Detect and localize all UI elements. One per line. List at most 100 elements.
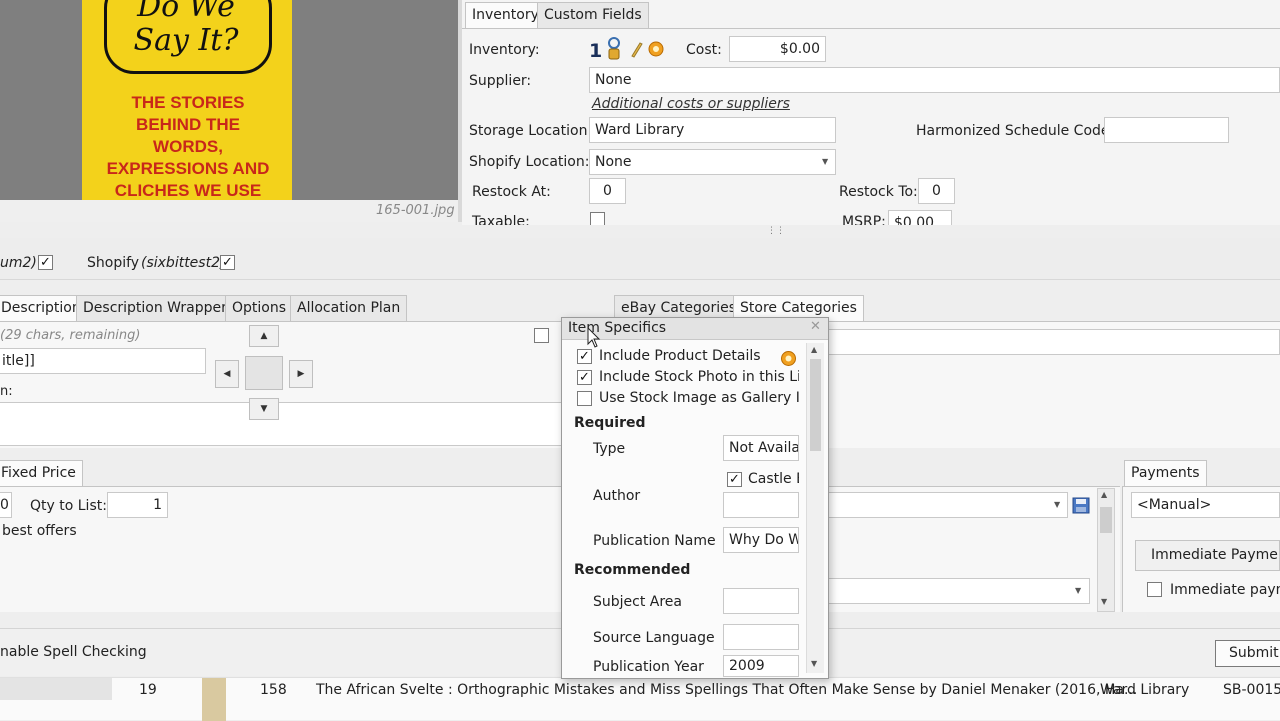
shopify-location-select[interactable]: None <box>589 149 836 175</box>
tab-description[interactable]: Description <box>0 295 88 322</box>
use-stock-image-label: Use Stock Image as Gallery Ima <box>599 390 799 406</box>
shipping-select-2[interactable] <box>828 578 1090 604</box>
type-field[interactable]: Not Availal <box>723 435 799 461</box>
description-field-label: n: <box>0 384 13 399</box>
save-icon[interactable] <box>1072 497 1090 514</box>
close-icon[interactable]: ✕ <box>810 319 821 334</box>
source-language-field[interactable] <box>723 624 799 650</box>
submit-button[interactable]: Submit <box>1215 640 1280 667</box>
image-filename: 165-001.jpg <box>376 203 455 218</box>
chevron-down-icon: ▼ <box>1075 586 1082 595</box>
subject-area-label: Subject Area <box>593 594 683 610</box>
best-offers-label: best offers <box>2 523 77 539</box>
include-stock-photo-checkbox[interactable]: ✓ <box>577 370 592 385</box>
shipping-select[interactable] <box>828 492 1068 518</box>
chevron-down-icon: ▼ <box>822 157 829 166</box>
row-left-cell <box>0 678 112 700</box>
tab-custom-fields[interactable]: Custom Fields <box>537 2 649 29</box>
tab-options[interactable]: Options <box>225 295 294 322</box>
inventory-label: Inventory: <box>469 42 540 58</box>
msrp-field[interactable]: $0.00 <box>888 210 952 225</box>
cost-field[interactable]: $0.00 <box>729 36 826 62</box>
move-left-button[interactable]: ◀ <box>215 360 239 388</box>
payment-method-select[interactable]: <Manual> <box>1131 492 1280 518</box>
scroll-up-icon[interactable]: ▲ <box>1101 490 1107 499</box>
scroll-down-icon[interactable]: ▼ <box>811 659 817 668</box>
table-row[interactable]: 19 158 The African Svelte : Orthographic… <box>0 677 1280 721</box>
restock-at-label: Restock At: <box>472 184 551 200</box>
popup-titlebar[interactable]: Item Specifics ✕ <box>562 318 828 340</box>
mouse-cursor-icon <box>587 326 601 349</box>
publication-year-field[interactable]: 2009 <box>723 655 799 677</box>
author-option-checkbox[interactable]: ✓ <box>727 472 742 487</box>
move-right-button[interactable]: ▶ <box>289 360 313 388</box>
subject-area-field[interactable] <box>723 588 799 614</box>
splitter-grip-icon[interactable]: ⋮⋮ <box>767 226 785 236</box>
channel-shopify-store: (sixbittest2) <box>141 255 226 271</box>
move-down-button[interactable]: ▼ <box>249 398 279 420</box>
taxable-label: Taxable: <box>472 214 530 225</box>
tab-allocation-plan[interactable]: Allocation Plan <box>290 295 408 322</box>
include-stock-photo-label: Include Stock Photo in this List <box>599 369 799 385</box>
description-body-field[interactable] <box>0 402 566 446</box>
cover-title: Do We Say It? <box>133 0 239 58</box>
spell-check-label[interactable]: nable Spell Checking <box>0 644 147 660</box>
author-label: Author <box>593 488 641 504</box>
author-option-label: Castle B <box>748 471 799 487</box>
chars-remaining-text: (29 chars, remaining) <box>0 328 141 343</box>
pricing-scrollbar[interactable]: ▲ ▼ <box>1097 488 1115 612</box>
scroll-down-icon[interactable]: ▼ <box>1101 597 1107 606</box>
taxable-checkbox[interactable] <box>590 212 605 225</box>
cover-subtitle: THE STORIES BEHIND THE WORDS, EXPRESSION… <box>106 93 270 200</box>
additional-costs-link[interactable]: Additional costs or suppliers <box>592 96 790 112</box>
row-location: Ward Library <box>1100 682 1190 698</box>
description-option-checkbox[interactable] <box>534 328 549 343</box>
qty-to-list-field[interactable]: 1 <box>107 492 168 518</box>
supplier-label: Supplier: <box>469 73 532 89</box>
author-field[interactable] <box>723 492 799 518</box>
refresh-icon[interactable] <box>780 350 797 367</box>
pencil-icon[interactable] <box>629 40 643 58</box>
tab-fixed-price[interactable]: Fixed Price <box>0 460 83 487</box>
type-label: Type <box>593 441 626 457</box>
scroll-thumb[interactable] <box>810 359 821 451</box>
move-up-button[interactable]: ▲ <box>249 325 279 347</box>
inventory-value: 1 <box>589 40 603 62</box>
qty-to-list-label: Qty to List: <box>30 498 107 514</box>
immediate-payment-button[interactable]: Immediate Payment <box>1135 540 1280 571</box>
include-product-details-checkbox[interactable]: ✓ <box>577 349 592 364</box>
storage-location-field[interactable]: Ward Library <box>589 117 836 143</box>
center-button[interactable] <box>245 356 283 390</box>
description-title-field[interactable]: itle]] <box>0 348 206 374</box>
item-specifics-popup[interactable]: Item Specifics ✕ ✓ Include Product Detai… <box>561 317 829 679</box>
tab-description-wrapper[interactable]: Description Wrapper <box>76 295 234 322</box>
category-field[interactable] <box>828 329 1280 355</box>
use-stock-image-checkbox[interactable] <box>577 391 592 406</box>
channel-shopify-label: Shopify <box>87 255 140 271</box>
scroll-thumb[interactable] <box>1100 507 1112 533</box>
tab-inventory[interactable]: Inventory <box>465 2 546 29</box>
book-cover[interactable]: Do We Say It? THE STORIES BEHIND THE WOR… <box>82 0 292 200</box>
channel-left-checkbox[interactable]: ✓ <box>38 255 53 270</box>
popup-title: Item Specifics <box>568 320 667 336</box>
supplier-field[interactable]: None <box>589 67 1280 93</box>
shopify-location-label: Shopify Location: <box>469 154 590 170</box>
tab-payments[interactable]: Payments <box>1124 460 1207 487</box>
include-product-details-label: Include Product Details <box>599 348 761 364</box>
gear-icon[interactable] <box>647 40 665 58</box>
recommended-header: Recommended <box>574 562 691 578</box>
channel-shopify-checkbox[interactable]: ✓ <box>220 255 235 270</box>
required-header: Required <box>574 415 646 431</box>
scroll-up-icon[interactable]: ▲ <box>811 345 817 354</box>
immediate-payment-checkbox[interactable] <box>1147 582 1162 597</box>
cost-label: Cost: <box>686 42 722 58</box>
publication-name-field[interactable]: Why Do W <box>723 527 799 553</box>
harmonized-code-field[interactable] <box>1104 117 1229 143</box>
inventory-lock-icon[interactable] <box>606 36 622 62</box>
row-thumbnail[interactable] <box>202 678 226 721</box>
restock-at-field[interactable]: 0 <box>589 178 626 204</box>
price-field[interactable]: 0 <box>0 492 12 518</box>
restock-to-field[interactable]: 0 <box>918 178 955 204</box>
inventory-tab-line <box>462 28 1280 29</box>
popup-scrollbar[interactable]: ▲ ▼ <box>806 343 824 673</box>
